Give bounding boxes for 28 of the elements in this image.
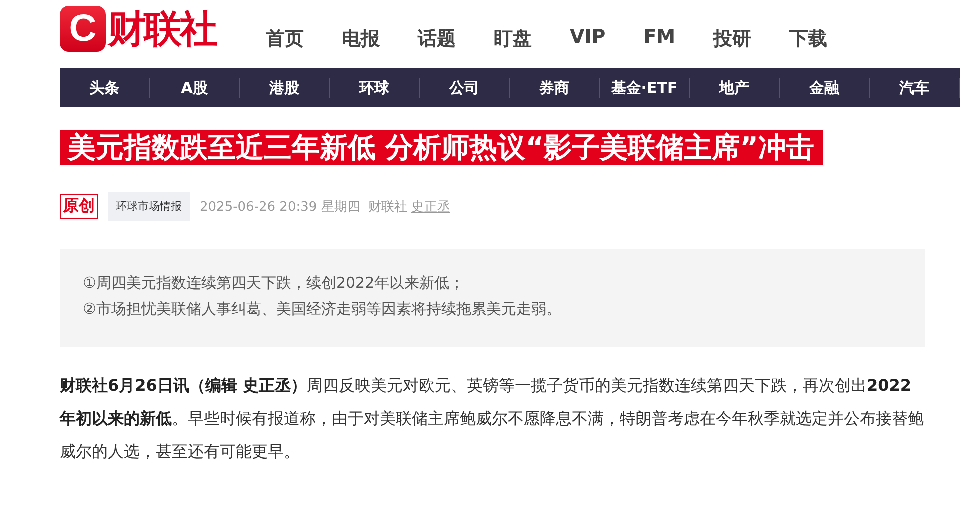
article-paragraph: 财联社6月26日讯（编辑 史正丞）周四反映美元对欧元、英镑等一揽子货币的美元指数连续第四天下跌，再次创出2022年初以来的新低。早些时候有报道称，由于对美联储主席鲍威尔不愿降息不满，特朗普考虑在今年秋季就选定并公布接替鲍威尔的人选，甚至还有可能更早。 [60, 375, 925, 463]
publish-time: 2025-06-26 20:39 星期四 [200, 198, 360, 216]
nav-link[interactable]: 电报 [342, 26, 380, 52]
channel-link[interactable]: A股 [150, 78, 240, 98]
channel-link[interactable]: 头条 [60, 78, 150, 98]
channel-link[interactable]: 地产 [690, 78, 780, 98]
channel-link[interactable]: 基金·ETF [600, 78, 690, 98]
channel-link[interactable]: 港股 [240, 78, 330, 98]
nav-link[interactable]: 首页 [266, 26, 304, 52]
channel-link[interactable]: 汽车 [870, 78, 960, 98]
nav-link[interactable]: 下载 [790, 26, 828, 52]
channel-link[interactable]: 公司 [420, 78, 510, 98]
nav-link[interactable]: 盯盘 [494, 26, 532, 52]
nav-link[interactable]: FM [644, 26, 676, 52]
article-headline: 美元指数跌至近三年新低 分析师热议“影子美联储主席”冲击 [60, 130, 823, 165]
summary-line: ①周四美元指数连续第四天下跌，续创2022年以来新低； [83, 273, 466, 294]
topic-tag[interactable]: 环球市场情报 [108, 192, 190, 221]
channel-link[interactable]: 金融 [780, 78, 870, 98]
original-badge: 原创 [60, 194, 98, 219]
logo-mark[interactable]: C [60, 6, 106, 52]
logo-name[interactable]: 财联社 [108, 6, 216, 52]
nav-link[interactable]: VIP [570, 26, 606, 52]
source-name: 财联社 [368, 198, 408, 216]
nav-link[interactable]: 投研 [714, 26, 752, 52]
summary-line: ②市场担忧美联储人事纠葛、美国经济走弱等因素将持续拖累美元走弱。 [83, 299, 562, 320]
channel-link[interactable]: 环球 [330, 78, 420, 98]
nav-link[interactable]: 话题 [418, 26, 456, 52]
channel-link[interactable]: 券商 [510, 78, 600, 98]
